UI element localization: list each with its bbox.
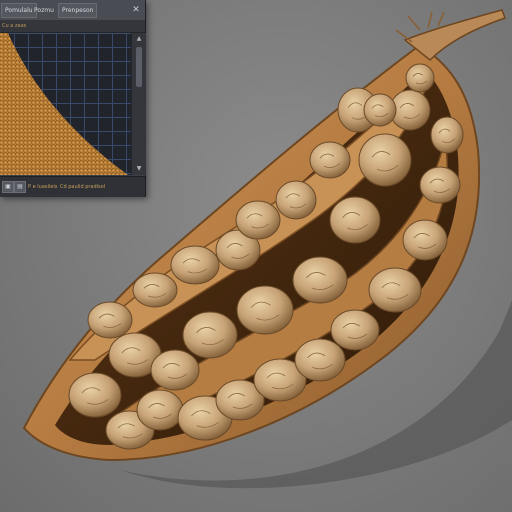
seed-pile-preview [0, 33, 128, 175]
grain-pile [0, 33, 128, 175]
seed [330, 309, 380, 351]
seed [430, 116, 464, 154]
status-bar: ▣ ▤ P e luaslieis Cd paulid pradisol [0, 176, 145, 197]
seed [170, 245, 220, 285]
menu-item-2[interactable]: Pozmu [30, 3, 58, 18]
seed [368, 267, 422, 313]
vertical-scrollbar[interactable]: ▲ ▼ [131, 33, 146, 175]
seed [136, 389, 184, 431]
scroll-up-icon[interactable]: ▲ [135, 35, 143, 43]
menu-bar: Pomulalu Pozmu Prenpeson ✕ [0, 0, 145, 21]
seed [402, 219, 448, 261]
seed [68, 372, 122, 418]
seed [235, 200, 281, 240]
seed [292, 256, 348, 304]
scroll-thumb[interactable] [136, 47, 142, 87]
seed [182, 311, 238, 359]
grid-icon[interactable]: ▤ [14, 181, 26, 193]
preview-viewport[interactable] [0, 33, 131, 175]
seed [294, 338, 346, 382]
status-text-1: P e luaslieis [28, 184, 58, 190]
seed [419, 166, 461, 204]
seed [150, 349, 200, 391]
frame-icon[interactable]: ▣ [2, 181, 14, 193]
seed [275, 180, 317, 220]
seed [358, 133, 412, 187]
seed [329, 196, 381, 244]
menu-item-3[interactable]: Prenpeson [58, 3, 98, 18]
editor-panel: Pomulalu Pozmu Prenpeson ✕ Cu a zaas ▲ ▼… [0, 0, 146, 197]
seed [363, 93, 397, 127]
seed [87, 301, 133, 339]
status-text-2: Cd paulid pradisol [60, 184, 106, 190]
seed [405, 63, 435, 93]
scroll-down-icon[interactable]: ▼ [135, 165, 143, 173]
tool-strip: Cu a zaas [0, 20, 145, 33]
close-icon[interactable]: ✕ [130, 4, 142, 16]
seed [236, 285, 294, 335]
pod-stem [403, 9, 506, 62]
path-label: Cu a zaas [2, 23, 27, 29]
seed [309, 141, 351, 179]
seed [132, 272, 178, 308]
